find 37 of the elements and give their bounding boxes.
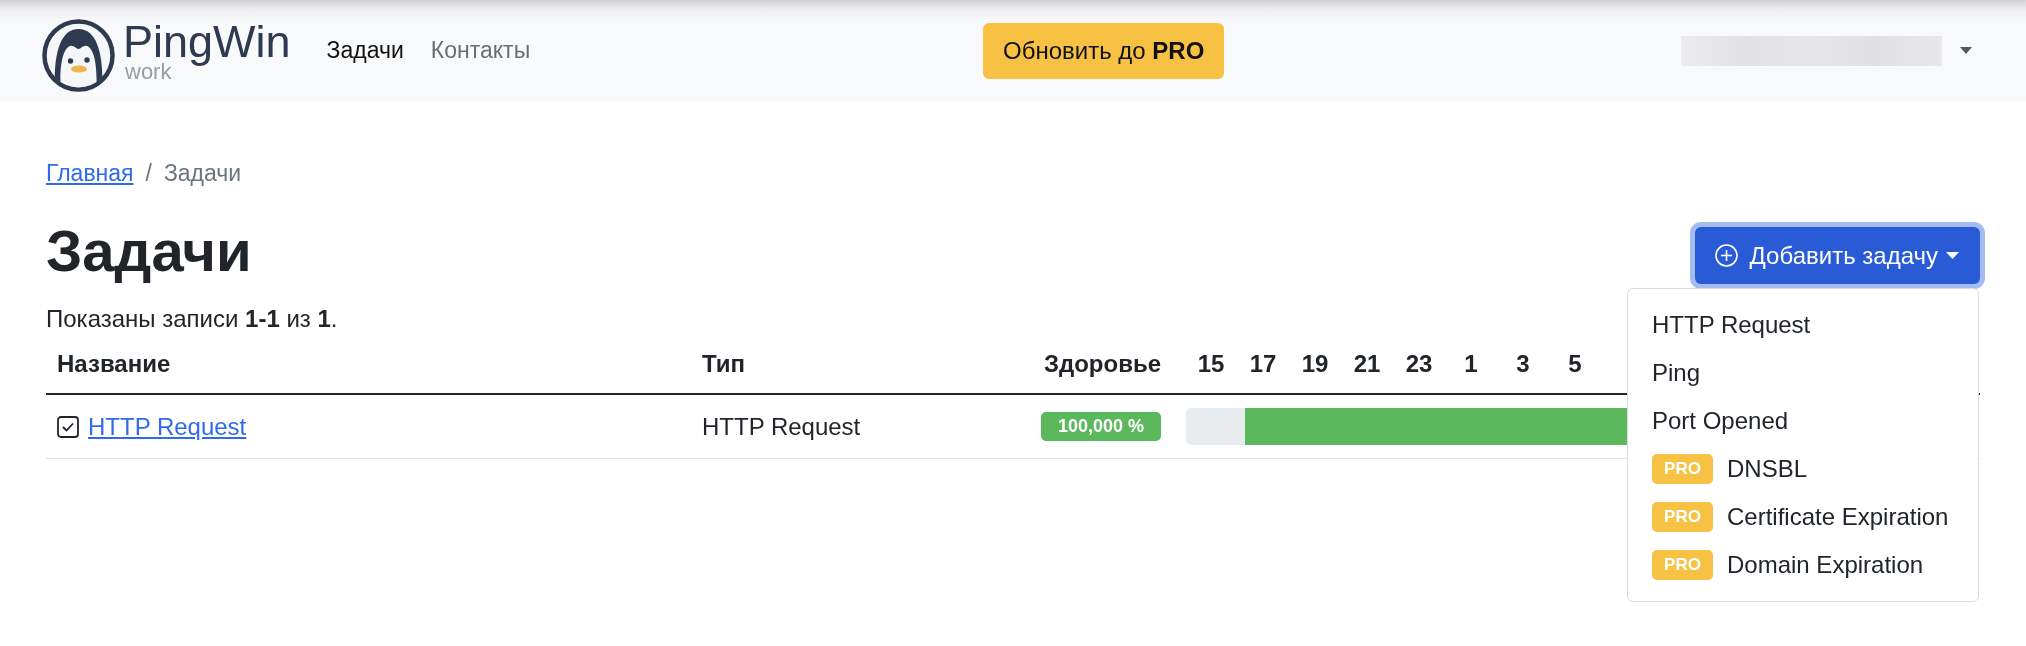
caret-down-icon bbox=[1946, 252, 1959, 259]
dropdown-item[interactable]: Port Opened bbox=[1628, 397, 1978, 445]
upgrade-button[interactable]: Обновить до PRO bbox=[983, 22, 1225, 79]
hour-label: 19 bbox=[1301, 349, 1329, 377]
nav-link[interactable]: Задачи bbox=[326, 33, 404, 68]
task-type: HTTP Request bbox=[702, 412, 861, 440]
hour-label: 3 bbox=[1516, 349, 1530, 377]
page-title: Задачи bbox=[46, 217, 252, 285]
pro-badge: PRO bbox=[1652, 550, 1713, 580]
hour-label: 5 bbox=[1568, 349, 1582, 377]
penguin-logo-icon bbox=[42, 19, 115, 92]
dropdown-item[interactable]: HTTP Request bbox=[1628, 301, 1978, 349]
breadcrumb-separator: / bbox=[145, 159, 152, 188]
column-header: Здоровье bbox=[1043, 349, 1161, 377]
pro-badge: PRO bbox=[1652, 454, 1713, 484]
hour-label: 17 bbox=[1249, 349, 1277, 377]
pro-badge: PRO bbox=[1652, 502, 1713, 532]
breadcrumb-link[interactable]: Главная bbox=[46, 158, 134, 188]
hour-label: 15 bbox=[1197, 349, 1225, 377]
task-link[interactable]: HTTP Request bbox=[88, 408, 247, 445]
dropdown-item[interactable]: PRO DNSBL bbox=[1628, 445, 1978, 493]
nav-link[interactable]: Контакты bbox=[430, 33, 531, 68]
plus-circle-icon bbox=[1714, 244, 1738, 267]
brand-name: PingWin bbox=[123, 20, 291, 64]
dropdown-item[interactable]: PRO Domain Expiration bbox=[1628, 541, 1978, 589]
dropdown-item[interactable]: Ping bbox=[1628, 349, 1978, 397]
hour-label: 23 bbox=[1405, 349, 1433, 377]
dropdown-item[interactable]: PRO Certificate Expiration bbox=[1628, 493, 1978, 541]
hour-label: 1 bbox=[1464, 349, 1478, 377]
column-header: Название bbox=[57, 349, 171, 377]
caret-down-icon[interactable] bbox=[1960, 47, 1972, 54]
checked-square-icon bbox=[57, 415, 79, 438]
records-summary: Показаны записи 1-1 из 1. bbox=[46, 305, 338, 332]
health-badge: 100,000 % bbox=[1040, 412, 1161, 441]
column-header: Тип bbox=[702, 349, 745, 377]
breadcrumb-current: Задачи bbox=[163, 159, 242, 188]
hour-label: 21 bbox=[1353, 349, 1381, 377]
